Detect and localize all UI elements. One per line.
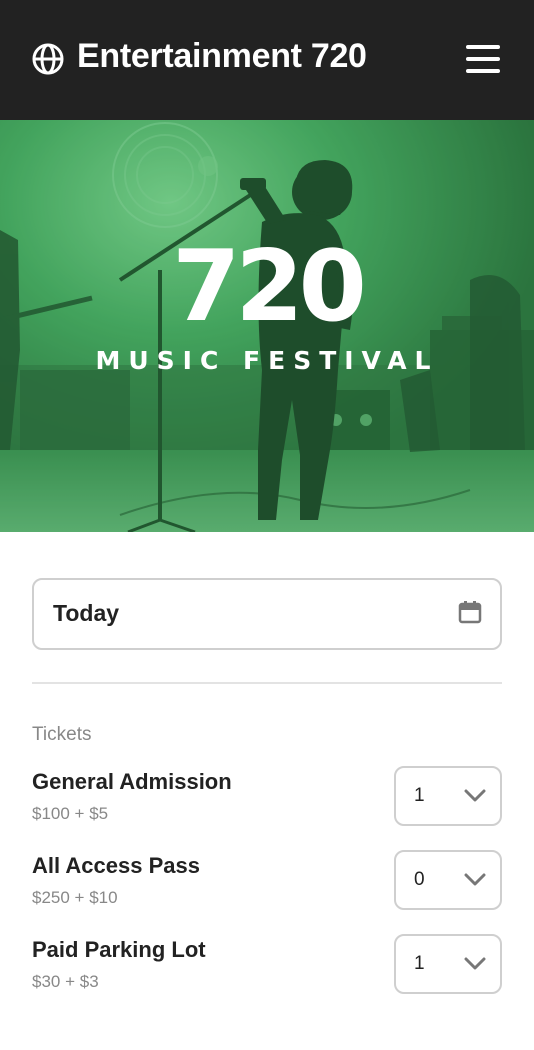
- chevron-down-icon: [464, 873, 486, 886]
- ticket-name-all-access-pass: All Access Pass: [32, 853, 200, 878]
- section-divider: [32, 682, 502, 684]
- quantity-select-general-admission[interactable]: 1: [394, 766, 502, 826]
- top-navigation-bar: Entertainment 720: [0, 0, 534, 120]
- ticket-price-all-access-pass: $250 + $10: [32, 888, 118, 907]
- ticket-name-paid-parking-lot: Paid Parking Lot: [32, 937, 206, 962]
- date-picker[interactable]: Today: [32, 578, 502, 650]
- app-title[interactable]: Entertainment 720: [77, 37, 367, 76]
- quantity-value: 1: [414, 785, 425, 806]
- hamburger-menu-icon[interactable]: [466, 43, 502, 75]
- hero-subtitle: MUSIC FESTIVAL: [95, 346, 439, 375]
- chevron-down-icon: [464, 789, 486, 802]
- ticket-price-general-admission: $100 + $5: [32, 804, 109, 823]
- quantity-value: 1: [414, 953, 425, 974]
- quantity-select-paid-parking-lot[interactable]: 1: [394, 934, 502, 994]
- calendar-icon[interactable]: [458, 600, 482, 624]
- date-value: Today: [53, 600, 120, 626]
- ticket-name-general-admission: General Admission: [32, 769, 232, 794]
- ticket-price-paid-parking-lot: $30 + $3: [32, 972, 99, 991]
- quantity-value: 0: [414, 869, 425, 890]
- tickets-section-label: Tickets: [32, 724, 92, 745]
- globe-icon: [32, 43, 64, 75]
- hero-banner: 720 MUSIC FESTIVAL: [0, 120, 534, 532]
- hero-number: 720: [172, 230, 367, 344]
- chevron-down-icon: [464, 957, 486, 970]
- quantity-select-all-access-pass[interactable]: 0: [394, 850, 502, 910]
